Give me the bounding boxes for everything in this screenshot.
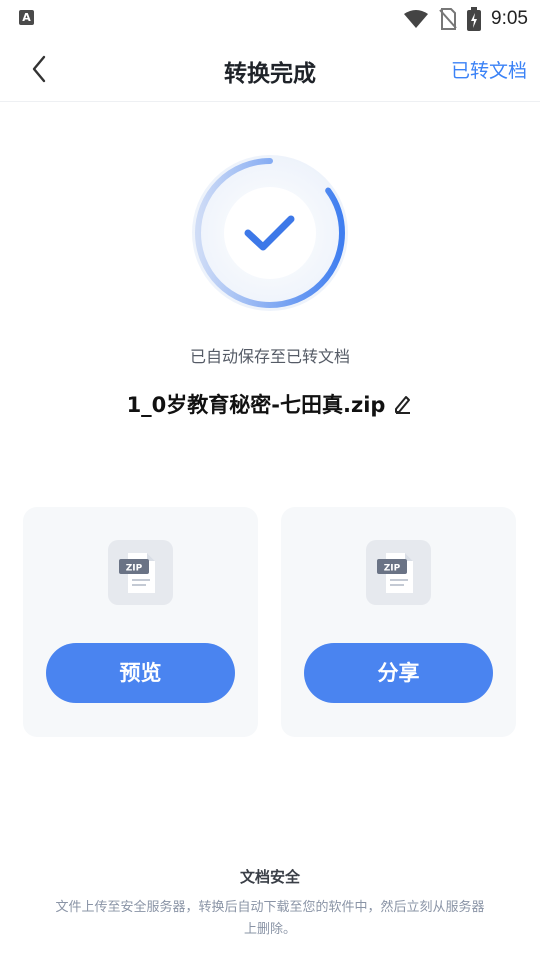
security-title: 文档安全 xyxy=(239,868,300,886)
save-status-text: 已自动保存至已转文档 xyxy=(189,347,350,366)
clock: 9:05 xyxy=(491,8,528,29)
success-progress-ring xyxy=(190,153,350,313)
share-card: ZIP 分享 xyxy=(281,507,516,737)
top-nav-bar: 转换完成 已转文档 xyxy=(0,38,540,102)
preview-button[interactable]: 预览 xyxy=(46,643,235,703)
battery-charging-icon xyxy=(467,7,482,31)
preview-card: ZIP 预览 xyxy=(23,507,258,737)
share-button[interactable]: 分享 xyxy=(304,643,493,703)
app-notification-icon: A xyxy=(19,10,34,25)
converted-docs-link[interactable]: 已转文档 xyxy=(451,56,527,83)
zip-badge: ZIP xyxy=(126,564,143,574)
no-sim-icon xyxy=(439,8,457,30)
security-description: 文件上传至安全服务器，转换后自动下载至您的软件中，然后立刻从服务器上删除。 xyxy=(55,900,485,937)
zip-file-icon: ZIP xyxy=(366,540,431,605)
status-bar: A 9:05 xyxy=(0,0,540,38)
status-icons: 9:05 xyxy=(403,6,528,32)
filename-row: 1_0岁教育秘密-七田真.zip xyxy=(0,389,540,419)
zip-file-icon: ZIP xyxy=(108,540,173,605)
edit-pencil-icon[interactable] xyxy=(393,394,413,414)
file-name: 1_0岁教育秘密-七田真.zip xyxy=(126,393,386,417)
zip-badge: ZIP xyxy=(384,564,401,574)
wifi-icon xyxy=(404,10,429,28)
